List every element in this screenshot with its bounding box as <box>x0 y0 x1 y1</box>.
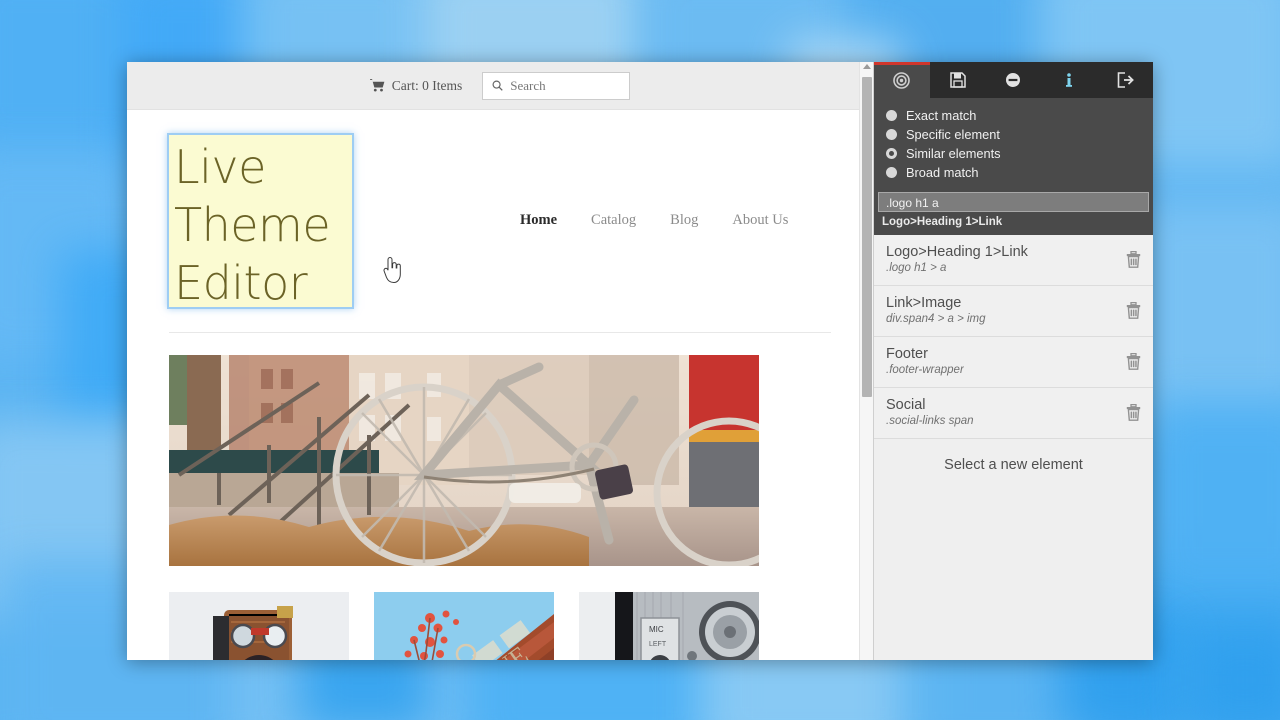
thumbnail-camera[interactable] <box>169 592 349 660</box>
match-mode-label: Exact match <box>906 108 976 123</box>
cart-label: Cart: 0 Items <box>392 78 463 94</box>
thumbnail-row: ONE <box>169 592 831 660</box>
svg-text:LEFT: LEFT <box>649 641 667 648</box>
radio-broad-match[interactable] <box>886 167 897 178</box>
page-viewport: Cart: 0 Items Search Live Th <box>127 62 873 660</box>
exit-icon <box>1117 72 1134 88</box>
match-mode-label: Specific element <box>906 127 1000 142</box>
radio-specific-element[interactable] <box>886 129 897 140</box>
nav-item-about-us[interactable]: About Us <box>732 212 788 229</box>
radio-similar-elements[interactable] <box>886 148 897 159</box>
scrollbar-thumb[interactable] <box>862 77 872 397</box>
logo-line-3: Editor <box>174 254 350 312</box>
element-list-item-social[interactable]: Social .social-links span <box>874 388 1153 439</box>
selector-input[interactable]: .logo h1 a <box>878 192 1149 212</box>
nav-item-blog[interactable]: Blog <box>670 212 698 229</box>
element-name: Footer <box>886 345 964 363</box>
trash-icon[interactable] <box>1126 251 1141 268</box>
element-name: Social <box>886 396 974 414</box>
match-mode-similar[interactable]: Similar elements <box>874 144 1153 163</box>
brand-row: Live Theme Editor Home Catalog Blog Abou… <box>169 110 831 332</box>
element-list-item-link-image[interactable]: Link>Image div.span4 > a > img <box>874 286 1153 337</box>
match-mode-group: Exact match Specific element Similar ele… <box>874 98 1153 192</box>
scroll-up-arrow-icon[interactable] <box>863 64 871 69</box>
match-mode-specific[interactable]: Specific element <box>874 125 1153 144</box>
element-selector: .logo h1 > a <box>886 261 1028 276</box>
cart-icon <box>370 79 385 92</box>
tab-exit[interactable] <box>1097 62 1153 98</box>
tab-select[interactable] <box>874 62 930 98</box>
match-mode-broad[interactable]: Broad match <box>874 163 1153 182</box>
thumbnail-building-blossoms[interactable]: ONE <box>374 592 554 660</box>
info-icon <box>1062 72 1076 88</box>
selector-box: .logo h1 a Logo>Heading 1>Link <box>874 192 1153 235</box>
radio-exact-match[interactable] <box>886 110 897 121</box>
hero-image[interactable] <box>169 355 759 566</box>
tab-remove[interactable] <box>986 62 1042 98</box>
element-list-item-footer[interactable]: Footer .footer-wrapper <box>874 337 1153 388</box>
element-name: Link>Image <box>886 294 986 312</box>
logo-line-1: Live <box>174 138 350 196</box>
theme-editor-panel: Exact match Specific element Similar ele… <box>873 62 1153 660</box>
site-logo[interactable]: Live Theme Editor <box>174 138 350 312</box>
match-mode-exact[interactable]: Exact match <box>874 106 1153 125</box>
select-new-element-button[interactable]: Select a new element <box>874 439 1153 491</box>
trash-icon[interactable] <box>1126 302 1141 319</box>
element-selector: .social-links span <box>886 414 974 429</box>
svg-text:MIC: MIC <box>649 625 664 634</box>
tab-info[interactable] <box>1041 62 1097 98</box>
trash-icon[interactable] <box>1126 404 1141 421</box>
site-body: Live Theme Editor Home Catalog Blog Abou… <box>127 110 873 660</box>
element-selector: div.span4 > a > img <box>886 312 986 327</box>
main-navigation: Home Catalog Blog About Us <box>520 212 788 229</box>
element-name: Logo>Heading 1>Link <box>886 243 1028 261</box>
thumbnail-audio-mixer[interactable]: MIC LEFT INPUT <box>579 592 759 660</box>
logo-selection-highlight[interactable]: Live Theme Editor <box>169 135 352 307</box>
minus-circle-icon <box>1005 72 1021 88</box>
save-icon <box>950 72 966 88</box>
nav-item-home[interactable]: Home <box>520 212 557 229</box>
search-icon <box>492 80 503 91</box>
selector-breadcrumb: Logo>Heading 1>Link <box>878 212 1149 231</box>
cart-indicator[interactable]: Cart: 0 Items <box>370 78 463 94</box>
search-placeholder: Search <box>510 78 545 94</box>
nav-item-catalog[interactable]: Catalog <box>591 212 636 229</box>
logo-line-2: Theme <box>174 196 350 254</box>
search-field[interactable]: Search <box>482 72 630 100</box>
tab-save[interactable] <box>930 62 986 98</box>
header-divider <box>169 332 831 333</box>
element-selector: .footer-wrapper <box>886 363 964 378</box>
match-mode-label: Broad match <box>906 165 979 180</box>
element-list-item-logo-heading-link[interactable]: Logo>Heading 1>Link .logo h1 > a <box>874 235 1153 286</box>
site-topbar: Cart: 0 Items Search <box>127 62 873 110</box>
background-tile <box>1190 630 1280 720</box>
target-icon <box>893 72 910 89</box>
background-tile <box>1150 400 1280 600</box>
match-mode-label: Similar elements <box>906 146 1001 161</box>
element-list: Logo>Heading 1>Link .logo h1 > a Link>Im… <box>874 235 1153 660</box>
trash-icon[interactable] <box>1126 353 1141 370</box>
browser-window: Cart: 0 Items Search Live Th <box>127 62 1153 660</box>
panel-tabs <box>874 62 1153 98</box>
page-scrollbar[interactable] <box>859 62 873 660</box>
